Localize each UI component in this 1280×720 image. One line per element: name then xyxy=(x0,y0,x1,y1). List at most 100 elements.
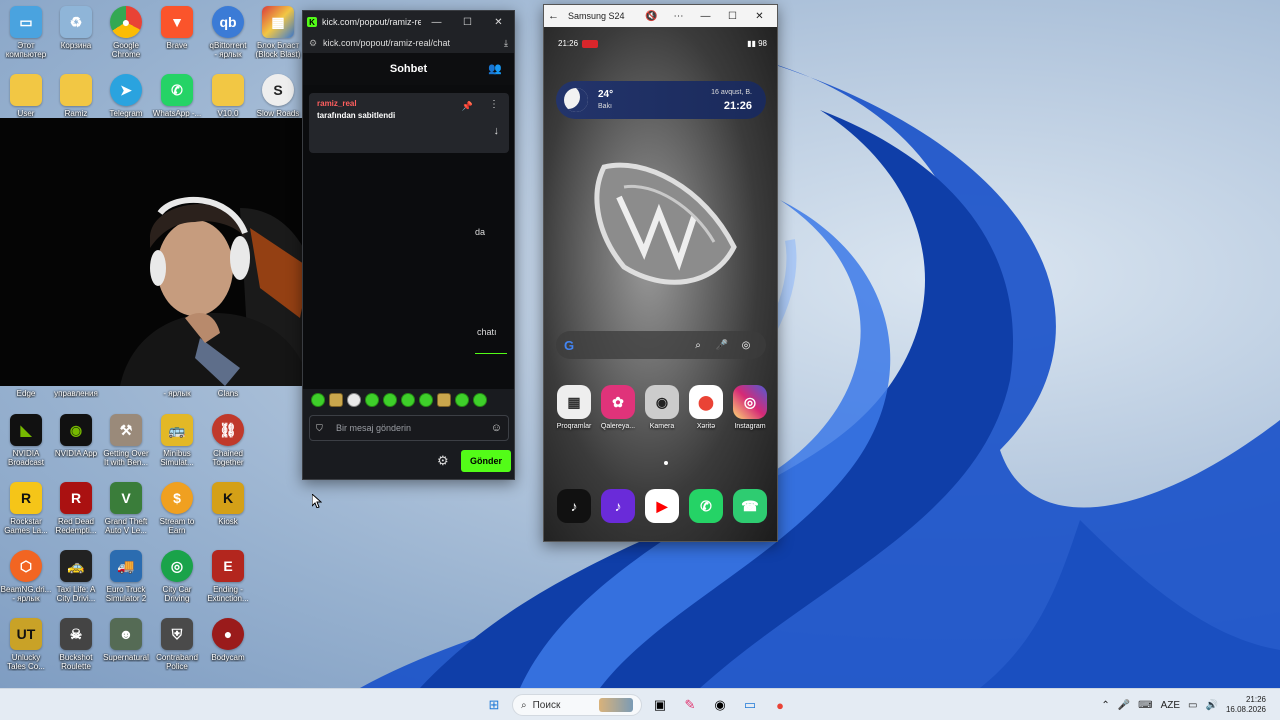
address-bar[interactable]: ⚙ kick.com/popout/ramiz-real/chat ⤓ xyxy=(303,33,514,53)
app-xerite[interactable]: ⬤ Xəritə xyxy=(684,385,728,430)
desktop-icon-ending[interactable]: E Ending - Extinction... xyxy=(202,550,254,603)
start-button-windows-icon[interactable]: ⊞ xyxy=(482,693,506,717)
message-input-box[interactable]: ⛉ ☺ xyxy=(309,415,509,441)
back-arrow-icon[interactable]: ← xyxy=(548,10,568,22)
display-icon[interactable]: ▭ xyxy=(1188,700,1197,711)
desktop-icon-stream-to-earn[interactable]: $ Stream to Earn xyxy=(151,482,203,535)
emote-icon[interactable] xyxy=(311,393,325,407)
desktop-icon-telegram[interactable]: ➤ Telegram xyxy=(100,74,152,118)
desktop-icon-city-car[interactable]: ◎ City Car Driving xyxy=(151,550,203,603)
google-search-bar[interactable]: G ⌕ 🎤 ◎ xyxy=(556,331,766,359)
desktop-icon-control-panel[interactable]: управления xyxy=(50,386,102,398)
desktop-icon-nvidia-broadcast[interactable]: ◣ NVIDIA Broadcast xyxy=(0,414,52,467)
desktop-icon-v10-folder[interactable]: V10.0 xyxy=(202,74,254,118)
desktop-icon-nvidia-app[interactable]: ◉ NVIDIA App xyxy=(50,414,102,458)
desktop-icon-whatsapp[interactable]: ✆ WhatsApp -... xyxy=(151,74,203,118)
minimize-icon[interactable]: — xyxy=(421,17,452,28)
phone-screen[interactable]: 21:26 ▮▮ 98 24° Bakı 16 avqust, B. 21:26… xyxy=(544,27,777,541)
minimize-icon[interactable]: — xyxy=(692,11,719,22)
more-icon[interactable]: ⋯ xyxy=(665,11,692,22)
microphone-icon[interactable]: 🎤 xyxy=(710,340,734,351)
desktop-icon-shortcut[interactable]: - ярлык xyxy=(151,386,203,398)
pinned-username[interactable]: ramiz_real xyxy=(317,99,357,108)
desktop-icon-clans[interactable]: Clans xyxy=(202,386,254,398)
microphone-icon[interactable]: 🎤 xyxy=(1118,700,1130,711)
desktop-icon-qbittorrent[interactable]: qb qBittorrent - ярлык xyxy=(202,6,254,59)
desktop-icon-minibus[interactable]: 🚌 Minibus Simulat... xyxy=(151,414,203,467)
app-instagram[interactable]: ◎ Instagram xyxy=(728,385,772,430)
lens-icon[interactable]: ◎ xyxy=(734,340,758,351)
clock[interactable]: 21:26 16.08.2026 xyxy=(1226,695,1266,715)
close-icon[interactable]: ✕ xyxy=(746,11,773,22)
taskbar-search[interactable]: ⌕ Поиск xyxy=(512,694,642,716)
obs-taskbar-icon[interactable]: ◉ xyxy=(708,693,732,717)
emote-icon[interactable] xyxy=(365,393,379,407)
dock-youtube[interactable]: ▶ xyxy=(640,489,684,523)
desktop-icon-getting-over-it[interactable]: ⚒ Getting Over It with Ben... xyxy=(100,414,152,467)
desktop-icon-ramiz-folder[interactable]: Ramiz xyxy=(50,74,102,118)
desktop-icon-kiosk[interactable]: K Kiosk xyxy=(202,482,254,526)
emote-icon[interactable] xyxy=(437,393,451,407)
emote-icon[interactable] xyxy=(383,393,397,407)
more-options-icon[interactable]: ⋮ xyxy=(489,99,499,110)
desktop-icon-supernatural[interactable]: ☻ Supernatural xyxy=(100,618,152,662)
emote-icon[interactable] xyxy=(419,393,433,407)
emote-icon[interactable] xyxy=(401,393,415,407)
language-indicator[interactable]: AZE xyxy=(1161,700,1180,711)
close-icon[interactable]: ✕ xyxy=(483,17,514,28)
app-qalereya[interactable]: ✿ Qalereya... xyxy=(596,385,640,430)
desktop-icon-chrome[interactable]: ● Google Chrome xyxy=(100,6,152,59)
dock-tiktok-alt[interactable]: ♪ xyxy=(596,489,640,523)
maximize-icon[interactable]: ☐ xyxy=(452,17,483,28)
chevron-up-icon[interactable]: ⌃ xyxy=(1101,700,1109,711)
emote-bar[interactable] xyxy=(311,393,487,407)
desktop-icon-edge[interactable]: Edge xyxy=(0,386,52,398)
desktop-icon-block-blast[interactable]: ▦ Блок Бласт (Block Blast) xyxy=(252,6,304,59)
url-text[interactable]: kick.com/popout/ramiz-real/chat xyxy=(323,38,504,48)
maximize-icon[interactable]: ☐ xyxy=(719,11,746,22)
desktop-icon-taxi-life[interactable]: 🚕 Taxi Life: A City Drivi... xyxy=(50,550,102,603)
phone-mirror-window[interactable]: ← Samsung S24 🔇 ⋯ — ☐ ✕ 21:26 ▮▮ 98 24° … xyxy=(543,4,778,542)
gear-icon[interactable]: ⚙ xyxy=(437,453,449,469)
app-kamera[interactable]: ◉ Kamera xyxy=(640,385,684,430)
dock-phone[interactable]: ☎ xyxy=(728,489,772,523)
app-proqramlar[interactable]: ▦ Proqramlar xyxy=(552,385,596,430)
emote-icon[interactable] xyxy=(347,393,361,407)
site-settings-icon[interactable]: ⚙ xyxy=(309,38,323,49)
pin-icon[interactable]: 📌 xyxy=(462,101,473,112)
keyboard-icon[interactable]: ⌨ xyxy=(1138,700,1152,711)
kick-taskbar-icon[interactable]: ✎ xyxy=(678,693,702,717)
message-input[interactable] xyxy=(336,423,491,433)
chrome-taskbar-icon[interactable]: ● xyxy=(768,693,792,717)
emote-icon[interactable] xyxy=(473,393,487,407)
send-button[interactable]: Gönder xyxy=(461,450,511,472)
phone-window-titlebar[interactable]: ← Samsung S24 🔇 ⋯ — ☐ ✕ xyxy=(544,5,777,27)
desktop-icon-chained-together[interactable]: ⛓ Chained Together xyxy=(202,414,254,467)
desktop-icon-user-folder[interactable]: User xyxy=(0,74,52,118)
chat-popout-window[interactable]: K kick.com/popout/ramiz-real... — ☐ ✕ ⚙ … xyxy=(302,10,515,480)
desktop-icon-this-pc[interactable]: ▭ Этот компьютер xyxy=(0,6,52,59)
mute-icon[interactable]: 🔇 xyxy=(638,11,665,22)
chat-messages[interactable]: ramiz_real tarafından sabitlendi 📌 ⋮ ↓ d… xyxy=(303,85,514,389)
volume-icon[interactable]: 🔊 xyxy=(1206,700,1218,711)
chat-window-titlebar[interactable]: K kick.com/popout/ramiz-real... — ☐ ✕ xyxy=(303,11,514,33)
phone-link-taskbar-icon[interactable]: ▭ xyxy=(738,693,762,717)
desktop-icon-brave[interactable]: ▼ Brave xyxy=(151,6,203,50)
weather-widget[interactable]: 24° Bakı 16 avqust, B. 21:26 xyxy=(556,81,766,119)
desktop-icon-red-dead[interactable]: R Red Dead Redempti... xyxy=(50,482,102,535)
dock-tiktok[interactable]: ♪ xyxy=(552,489,596,523)
desktop-icon-slow-roads[interactable]: S Slow Roads xyxy=(252,74,304,118)
dock-whatsapp[interactable]: ✆ xyxy=(684,489,728,523)
desktop-icon-euro-truck[interactable]: 🚚 Euro Truck Simulator 2 xyxy=(100,550,152,603)
download-icon[interactable]: ⤓ xyxy=(504,38,508,49)
emote-icon[interactable] xyxy=(329,393,343,407)
task-view-icon[interactable]: ▣ xyxy=(648,693,672,717)
desktop-icon-recycle-bin[interactable]: ♻ Корзина xyxy=(50,6,102,50)
expand-down-icon[interactable]: ↓ xyxy=(494,125,500,137)
desktop-icon-gta[interactable]: V Grand Theft Auto V Le... xyxy=(100,482,152,535)
desktop-icon-rockstar[interactable]: R Rockstar Games La... xyxy=(0,482,52,535)
desktop-icon-beamng[interactable]: ⬡ BeamNG.dri... - ярлык xyxy=(0,550,52,603)
emote-icon[interactable] xyxy=(455,393,469,407)
search-icon[interactable]: ⌕ xyxy=(686,340,710,351)
pinned-message[interactable]: ramiz_real tarafından sabitlendi 📌 ⋮ ↓ xyxy=(309,93,509,153)
